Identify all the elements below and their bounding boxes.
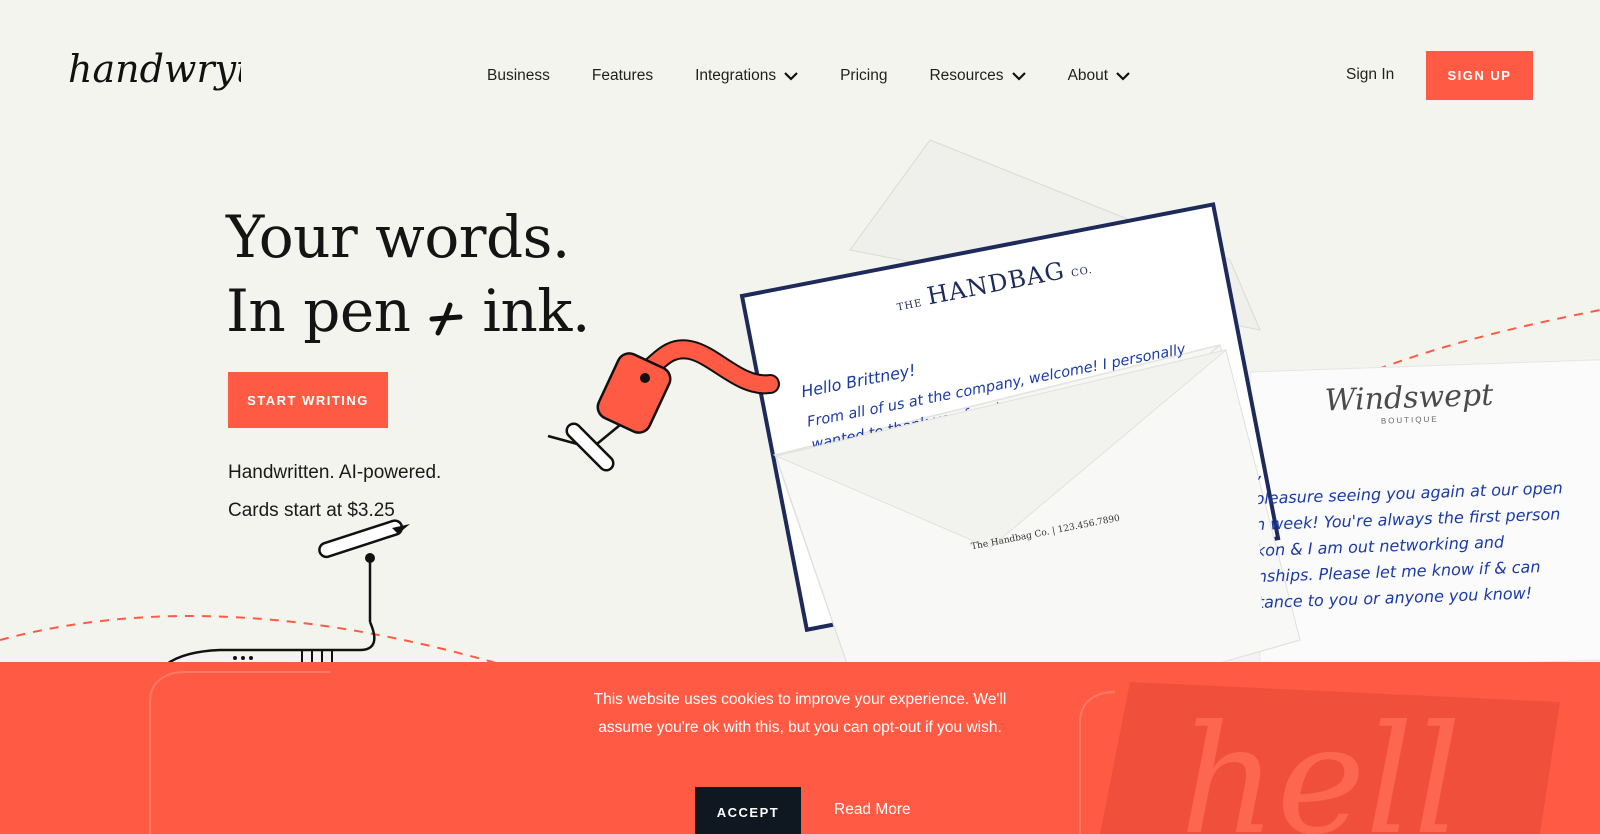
hero-tagline: Handwritten. AI-powered.: [228, 462, 442, 483]
nav-integrations[interactable]: Integrations: [695, 64, 798, 88]
nav-features[interactable]: Features: [592, 64, 653, 88]
chevron-down-icon: [784, 72, 798, 81]
nav-business[interactable]: Business: [487, 64, 550, 88]
hero-pricing: Cards start at $3.25: [228, 500, 395, 521]
handwrytten-logo[interactable]: handwrytten: [66, 44, 314, 104]
cookie-banner: hell This website uses cookies to improv…: [0, 662, 1600, 834]
nav-label: Business: [487, 67, 550, 84]
headline-line-2: In pen ink.: [226, 274, 590, 348]
nav-about[interactable]: About: [1068, 64, 1131, 88]
nav-label: Pricing: [840, 67, 888, 84]
sign-up-button[interactable]: SIGN UP: [1426, 51, 1533, 100]
svg-text:hell: hell: [1180, 694, 1461, 834]
headline-pen: In pen: [226, 277, 411, 345]
plus-ampersand-icon: [429, 302, 463, 336]
logo-text: handwrytten: [68, 47, 241, 91]
main-nav: Business Features Integrations Pricing R…: [487, 64, 1172, 88]
windswept-content: Windswept BOUTIQUE l, pleasure seeing yo…: [1254, 368, 1600, 662]
chevron-down-icon: [1011, 72, 1026, 81]
accept-button[interactable]: ACCEPT: [695, 787, 801, 834]
windswept-body: l, pleasure seeing you again at our open…: [1254, 449, 1567, 616]
headline-ink: ink.: [482, 277, 590, 345]
cookie-message: This website uses cookies to improve you…: [593, 691, 1007, 736]
nav-label: Resources: [929, 67, 1004, 84]
start-writing-button[interactable]: START WRITING: [228, 372, 388, 428]
nav-resources[interactable]: Resources: [929, 64, 1026, 88]
headline-line-1: Your words.: [226, 203, 570, 271]
nav-label: About: [1067, 67, 1109, 84]
nav-pricing[interactable]: Pricing: [840, 64, 887, 88]
hero-headline: Your words. In pen ink.: [226, 200, 590, 348]
chevron-down-icon: [1116, 72, 1130, 81]
windswept-brand: Windswept: [1324, 377, 1494, 419]
nav-label: Features: [591, 67, 654, 84]
nav-label: Integrations: [695, 67, 777, 84]
sign-in-link[interactable]: Sign In: [1346, 66, 1394, 84]
read-more-link[interactable]: Read More: [834, 801, 911, 819]
